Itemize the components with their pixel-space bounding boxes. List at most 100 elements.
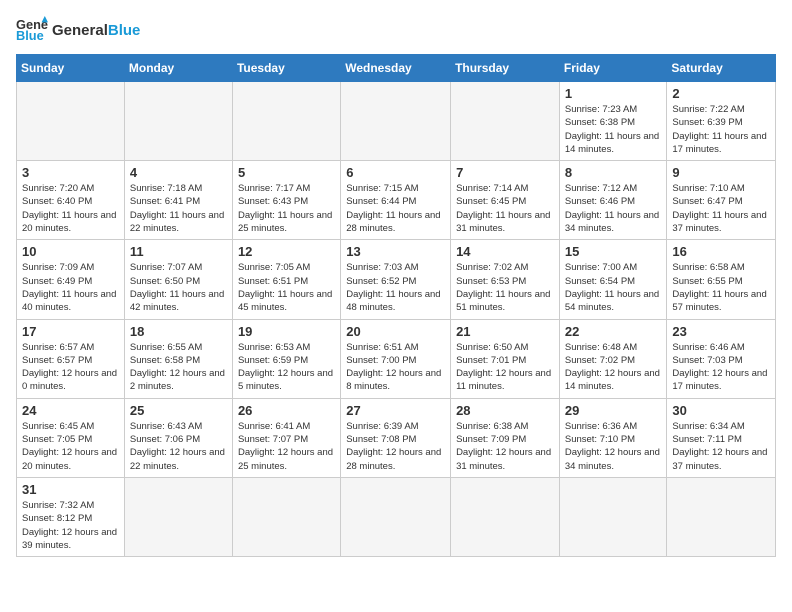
calendar-cell: 18 Sunrise: 6:55 AM Sunset: 6:58 PM Dayli… <box>124 319 232 398</box>
day-info: Sunrise: 6:38 AM Sunset: 7:09 PM Dayligh… <box>456 420 554 473</box>
week-row-4: 17 Sunrise: 6:57 AM Sunset: 6:57 PM Dayli… <box>17 319 776 398</box>
day-number: 9 <box>672 165 770 180</box>
day-info: Sunrise: 7:20 AM Sunset: 6:40 PM Dayligh… <box>22 182 119 235</box>
week-row-3: 10Sunrise: 7:09 AM Sunset: 6:49 PM Dayli… <box>17 240 776 319</box>
weekday-header-sunday: Sunday <box>17 55 125 82</box>
day-number: 28 <box>456 403 554 418</box>
calendar-cell: 25Sunrise: 6:43 AM Sunset: 7:06 PM Dayli… <box>124 398 232 477</box>
day-info: Sunrise: 7:12 AM Sunset: 6:46 PM Dayligh… <box>565 182 662 235</box>
week-row-5: 24 Sunrise: 6:45 AM Sunset: 7:05 PM Dayli… <box>17 398 776 477</box>
calendar-cell: 9 Sunrise: 7:10 AM Sunset: 6:47 PM Daylig… <box>667 161 776 240</box>
day-info: Sunrise: 7:17 AM Sunset: 6:43 PM Dayligh… <box>238 182 335 235</box>
day-info: Sunrise: 7:05 AM Sunset: 6:51 PM Dayligh… <box>238 261 335 314</box>
calendar-cell: 1Sunrise: 7:23 AM Sunset: 6:38 PM Daylig… <box>559 82 667 161</box>
day-number: 7 <box>456 165 554 180</box>
day-number: 31 <box>22 482 119 497</box>
calendar-cell <box>232 477 340 556</box>
calendar-cell: 4 Sunrise: 7:18 AM Sunset: 6:41 PM Daylig… <box>124 161 232 240</box>
calendar-cell: 29Sunrise: 6:36 AM Sunset: 7:10 PM Dayli… <box>559 398 667 477</box>
calendar-cell: 6Sunrise: 7:15 AM Sunset: 6:44 PM Daylig… <box>341 161 451 240</box>
weekday-header-row: SundayMondayTuesdayWednesdayThursdayFrid… <box>17 55 776 82</box>
day-number: 12 <box>238 244 335 259</box>
day-info: Sunrise: 7:14 AM Sunset: 6:45 PM Dayligh… <box>456 182 554 235</box>
day-info: Sunrise: 7:18 AM Sunset: 6:41 PM Dayligh… <box>130 182 227 235</box>
day-info: Sunrise: 7:07 AM Sunset: 6:50 PM Dayligh… <box>130 261 227 314</box>
calendar-cell: 21 Sunrise: 6:50 AM Sunset: 7:01 PM Dayli… <box>451 319 560 398</box>
calendar-cell: 20 Sunrise: 6:51 AM Sunset: 7:00 PM Dayli… <box>341 319 451 398</box>
day-info: Sunrise: 6:34 AM Sunset: 7:11 PM Dayligh… <box>672 420 770 473</box>
calendar-cell <box>124 477 232 556</box>
calendar-cell: 3 Sunrise: 7:20 AM Sunset: 6:40 PM Daylig… <box>17 161 125 240</box>
day-number: 26 <box>238 403 335 418</box>
calendar: SundayMondayTuesdayWednesdayThursdayFrid… <box>16 54 776 557</box>
calendar-cell: 12 Sunrise: 7:05 AM Sunset: 6:51 PM Dayli… <box>232 240 340 319</box>
day-number: 21 <box>456 324 554 339</box>
day-number: 4 <box>130 165 227 180</box>
day-number: 19 <box>238 324 335 339</box>
day-number: 10 <box>22 244 119 259</box>
day-number: 2 <box>672 86 770 101</box>
day-info: Sunrise: 6:51 AM Sunset: 7:00 PM Dayligh… <box>346 341 445 394</box>
calendar-cell: 27Sunrise: 6:39 AM Sunset: 7:08 PM Dayli… <box>341 398 451 477</box>
calendar-cell: 14 Sunrise: 7:02 AM Sunset: 6:53 PM Dayli… <box>451 240 560 319</box>
calendar-cell: 16 Sunrise: 6:58 AM Sunset: 6:55 PM Dayli… <box>667 240 776 319</box>
day-info: Sunrise: 7:00 AM Sunset: 6:54 PM Dayligh… <box>565 261 662 314</box>
day-number: 14 <box>456 244 554 259</box>
week-row-1: 1Sunrise: 7:23 AM Sunset: 6:38 PM Daylig… <box>17 82 776 161</box>
weekday-header-tuesday: Tuesday <box>232 55 340 82</box>
calendar-cell <box>667 477 776 556</box>
day-info: Sunrise: 7:32 AM Sunset: 8:12 PM Dayligh… <box>22 499 119 552</box>
day-info: Sunrise: 6:39 AM Sunset: 7:08 PM Dayligh… <box>346 420 445 473</box>
weekday-header-thursday: Thursday <box>451 55 560 82</box>
day-info: Sunrise: 7:22 AM Sunset: 6:39 PM Dayligh… <box>672 103 770 156</box>
calendar-cell: 5Sunrise: 7:17 AM Sunset: 6:43 PM Daylig… <box>232 161 340 240</box>
calendar-cell: 2 Sunrise: 7:22 AM Sunset: 6:39 PM Daylig… <box>667 82 776 161</box>
calendar-cell: 19 Sunrise: 6:53 AM Sunset: 6:59 PM Dayli… <box>232 319 340 398</box>
day-number: 16 <box>672 244 770 259</box>
weekday-header-friday: Friday <box>559 55 667 82</box>
day-info: Sunrise: 6:57 AM Sunset: 6:57 PM Dayligh… <box>22 341 119 394</box>
calendar-cell <box>451 82 560 161</box>
day-number: 30 <box>672 403 770 418</box>
day-number: 23 <box>672 324 770 339</box>
day-number: 18 <box>130 324 227 339</box>
day-info: Sunrise: 6:53 AM Sunset: 6:59 PM Dayligh… <box>238 341 335 394</box>
week-row-2: 3 Sunrise: 7:20 AM Sunset: 6:40 PM Daylig… <box>17 161 776 240</box>
header: General Blue GeneralBlue <box>16 16 776 44</box>
calendar-cell: 15 Sunrise: 7:00 AM Sunset: 6:54 PM Dayli… <box>559 240 667 319</box>
logo-icon: General Blue <box>16 16 48 44</box>
day-info: Sunrise: 6:55 AM Sunset: 6:58 PM Dayligh… <box>130 341 227 394</box>
calendar-cell: 31 Sunrise: 7:32 AM Sunset: 8:12 PM Dayli… <box>17 477 125 556</box>
day-number: 6 <box>346 165 445 180</box>
calendar-cell: 7 Sunrise: 7:14 AM Sunset: 6:45 PM Daylig… <box>451 161 560 240</box>
day-number: 22 <box>565 324 662 339</box>
day-number: 3 <box>22 165 119 180</box>
day-info: Sunrise: 6:50 AM Sunset: 7:01 PM Dayligh… <box>456 341 554 394</box>
day-info: Sunrise: 7:02 AM Sunset: 6:53 PM Dayligh… <box>456 261 554 314</box>
calendar-cell <box>232 82 340 161</box>
calendar-cell: 23Sunrise: 6:46 AM Sunset: 7:03 PM Dayli… <box>667 319 776 398</box>
day-number: 17 <box>22 324 119 339</box>
day-number: 15 <box>565 244 662 259</box>
day-info: Sunrise: 6:45 AM Sunset: 7:05 PM Dayligh… <box>22 420 119 473</box>
day-info: Sunrise: 6:48 AM Sunset: 7:02 PM Dayligh… <box>565 341 662 394</box>
day-number: 24 <box>22 403 119 418</box>
week-row-6: 31 Sunrise: 7:32 AM Sunset: 8:12 PM Dayli… <box>17 477 776 556</box>
calendar-cell <box>17 82 125 161</box>
day-number: 20 <box>346 324 445 339</box>
day-info: Sunrise: 6:58 AM Sunset: 6:55 PM Dayligh… <box>672 261 770 314</box>
weekday-header-monday: Monday <box>124 55 232 82</box>
day-number: 11 <box>130 244 227 259</box>
logo: General Blue GeneralBlue <box>16 16 140 44</box>
calendar-cell: 8Sunrise: 7:12 AM Sunset: 6:46 PM Daylig… <box>559 161 667 240</box>
day-info: Sunrise: 7:10 AM Sunset: 6:47 PM Dayligh… <box>672 182 770 235</box>
weekday-header-wednesday: Wednesday <box>341 55 451 82</box>
calendar-cell <box>559 477 667 556</box>
day-number: 13 <box>346 244 445 259</box>
calendar-cell <box>341 82 451 161</box>
calendar-cell <box>124 82 232 161</box>
day-number: 29 <box>565 403 662 418</box>
calendar-cell <box>451 477 560 556</box>
calendar-cell: 10Sunrise: 7:09 AM Sunset: 6:49 PM Dayli… <box>17 240 125 319</box>
svg-text:Blue: Blue <box>16 28 44 43</box>
